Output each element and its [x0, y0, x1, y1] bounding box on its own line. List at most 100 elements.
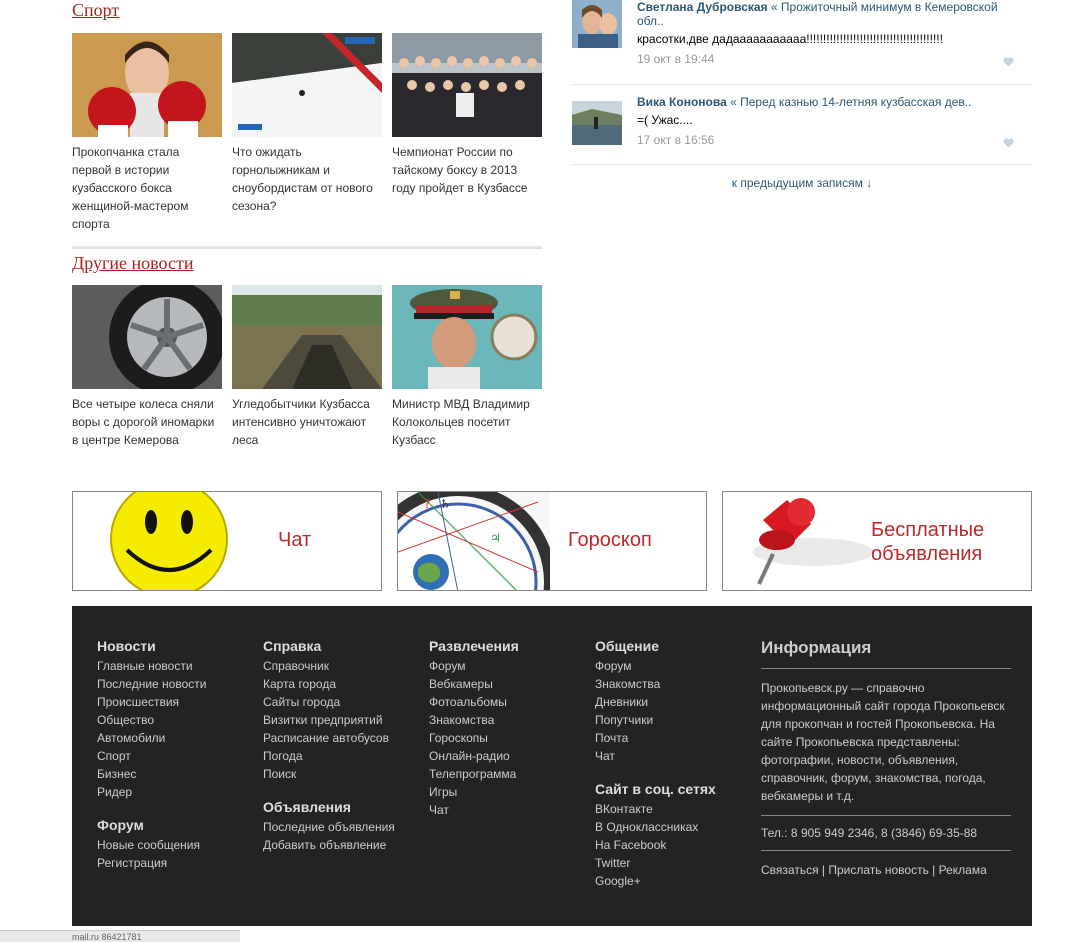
comment-text: красотки,две дадааааааааааа!!!!!!!!!!!!!… [637, 32, 943, 46]
footer-col-news: Новости Главные новости Последние новост… [97, 638, 206, 872]
news-thumb-forest[interactable] [232, 285, 382, 389]
footer-link[interactable]: Форум [595, 657, 716, 675]
send-news-link[interactable]: Прислать новость [828, 863, 928, 877]
footer-link[interactable]: Попутчики [595, 711, 716, 729]
news-caption[interactable]: Все четыре колеса сняли воры с дорогой и… [72, 395, 222, 449]
footer-link[interactable]: Онлайн-радио [429, 747, 519, 765]
footer-link[interactable]: Игры [429, 783, 519, 801]
other-news-grid: Все четыре колеса сняли воры с дорогой и… [72, 285, 542, 449]
comment-item: Светлана Дубровская « Прожиточный миниму… [572, 0, 1032, 85]
footer-link[interactable]: Происшествия [97, 693, 206, 711]
section-title-other-news[interactable]: Другие новости [72, 253, 194, 274]
advertising-link[interactable]: Реклама [939, 863, 987, 877]
news-thumb-ski[interactable] [232, 33, 382, 137]
footer-link[interactable]: Поиск [263, 765, 395, 783]
footer-phone: Тел.: 8 905 949 2346, 8 (3846) 69-35-88 [761, 826, 1011, 851]
footer-link[interactable]: Последние объявления [263, 818, 395, 836]
section-title-sport[interactable]: Спорт [72, 0, 119, 21]
avatar[interactable] [572, 101, 622, 145]
footer-link[interactable]: Сайты города [263, 693, 395, 711]
like-heart-icon[interactable] [1003, 138, 1014, 148]
footer-link[interactable]: Знакомства [429, 711, 519, 729]
news-caption[interactable]: Что ожидать горнолыжникам и сноубордиста… [232, 143, 382, 215]
section-divider [72, 246, 542, 249]
footer-link[interactable]: Главные новости [97, 657, 206, 675]
status-bar: mail.ru 86421781 [0, 930, 240, 942]
footer-heading[interactable]: Справка [263, 638, 395, 654]
footer-gap [595, 765, 716, 781]
footer-link[interactable]: Гороскопы [429, 729, 519, 747]
footer-link[interactable]: Чат [429, 801, 519, 819]
chat-banner[interactable]: Чат [72, 491, 382, 591]
footer-heading[interactable]: Сайт в соц. сетях [595, 781, 716, 797]
comment-author[interactable]: Светлана Дубровская [637, 0, 768, 14]
footer-link[interactable]: Общество [97, 711, 206, 729]
footer-heading[interactable]: Новости [97, 638, 206, 654]
previous-posts-link[interactable]: к предыдущим записям ↓ [572, 176, 1032, 190]
footer-info: Информация Прокопьевск.ру — справочно ин… [761, 638, 1011, 877]
footer-link[interactable]: Ридер [97, 783, 206, 801]
news-thumb-boxer[interactable] [72, 33, 222, 137]
avatar[interactable] [572, 0, 622, 48]
news-caption[interactable]: Угледобытчики Кузбасса интенсивно уничто… [232, 395, 382, 449]
svg-text:♄: ♄ [440, 497, 451, 511]
footer-link[interactable]: Фотоальбомы [429, 693, 519, 711]
footer-info-links: Связаться | Прислать новость | Реклама [761, 863, 1011, 877]
footer-link[interactable]: Бизнес [97, 765, 206, 783]
footer-link[interactable]: Автомобили [97, 729, 206, 747]
footer-link[interactable]: Спорт [97, 747, 206, 765]
link-separator: | [928, 863, 939, 877]
site-footer: Новости Главные новости Последние новост… [72, 606, 1032, 926]
free-ads-banner[interactable]: Бесплатные объявления [722, 491, 1032, 591]
footer-heading[interactable]: Развлечения [429, 638, 519, 654]
footer-link-googleplus[interactable]: Google+ [595, 872, 716, 890]
footer-link[interactable]: Новые сообщения [97, 836, 206, 854]
news-caption[interactable]: Прокопчанка стала первой в истории кузба… [72, 143, 222, 233]
footer-link[interactable]: Последние новости [97, 675, 206, 693]
footer-link[interactable]: Погода [263, 747, 395, 765]
news-thumb-minister[interactable] [392, 285, 542, 389]
footer-link-facebook[interactable]: На Facebook [595, 836, 716, 854]
comment-author[interactable]: Вика Кононова [637, 95, 727, 109]
footer-link-vk[interactable]: ВКонтакте [595, 800, 716, 818]
horoscope-banner[interactable]: ? ♄ ♃ Гороскоп [397, 491, 707, 591]
footer-link[interactable]: Добавить объявление [263, 836, 395, 854]
footer-link[interactable]: Почта [595, 729, 716, 747]
footer-link[interactable]: Справочник [263, 657, 395, 675]
news-caption[interactable]: Министр МВД Владимир Колокольцев посетит… [392, 395, 542, 449]
news-caption[interactable]: Чемпионат России по тайскому боксу в 201… [392, 143, 542, 197]
news-item[interactable]: Все четыре колеса сняли воры с дорогой и… [72, 285, 222, 449]
banner-label-line: объявления [871, 543, 983, 565]
footer-link[interactable]: Телепрограмма [429, 765, 519, 783]
footer-info-text: Прокопьевск.ру — справочно информационны… [761, 679, 1011, 816]
footer-heading[interactable]: Форум [97, 817, 206, 833]
footer-link[interactable]: Знакомства [595, 675, 716, 693]
footer-link[interactable]: Чат [595, 747, 716, 765]
footer-col-social: Общение Форум Знакомства Дневники Попутч… [595, 638, 716, 890]
news-item[interactable]: Прокопчанка стала первой в истории кузба… [72, 33, 222, 233]
footer-link[interactable]: Форум [429, 657, 519, 675]
footer-link[interactable]: Карта города [263, 675, 395, 693]
news-item[interactable]: Что ожидать горнолыжникам и сноубордиста… [232, 33, 382, 233]
footer-heading[interactable]: Объявления [263, 799, 395, 815]
comment-quote-link[interactable]: « Перед казнью 14-летняя кузбасская дев.… [730, 95, 971, 109]
news-item[interactable]: Министр МВД Владимир Колокольцев посетит… [392, 285, 542, 449]
footer-heading[interactable]: Общение [595, 638, 716, 654]
zodiac-wheel-icon: ? ♄ ♃ [398, 492, 550, 590]
news-thumb-wheel[interactable] [72, 285, 222, 389]
banner-label-line: Бесплатные [871, 519, 985, 541]
footer-col-entertainment: Развлечения Форум Вебкамеры Фотоальбомы … [429, 638, 519, 819]
footer-link[interactable]: Расписание автобусов [263, 729, 395, 747]
like-heart-icon[interactable] [1003, 57, 1014, 67]
news-item[interactable]: Чемпионат России по тайскому боксу в 201… [392, 33, 542, 233]
footer-link-ok[interactable]: В Одноклассниках [595, 818, 716, 836]
footer-link[interactable]: Вебкамеры [429, 675, 519, 693]
svg-text:?: ? [424, 497, 430, 511]
footer-link-twitter[interactable]: Twitter [595, 854, 716, 872]
footer-link[interactable]: Регистрация [97, 854, 206, 872]
contact-link[interactable]: Связаться [761, 863, 819, 877]
footer-link[interactable]: Визитки предприятий [263, 711, 395, 729]
footer-link[interactable]: Дневники [595, 693, 716, 711]
news-item[interactable]: Угледобытчики Кузбасса интенсивно уничто… [232, 285, 382, 449]
news-thumb-team[interactable] [392, 33, 542, 137]
